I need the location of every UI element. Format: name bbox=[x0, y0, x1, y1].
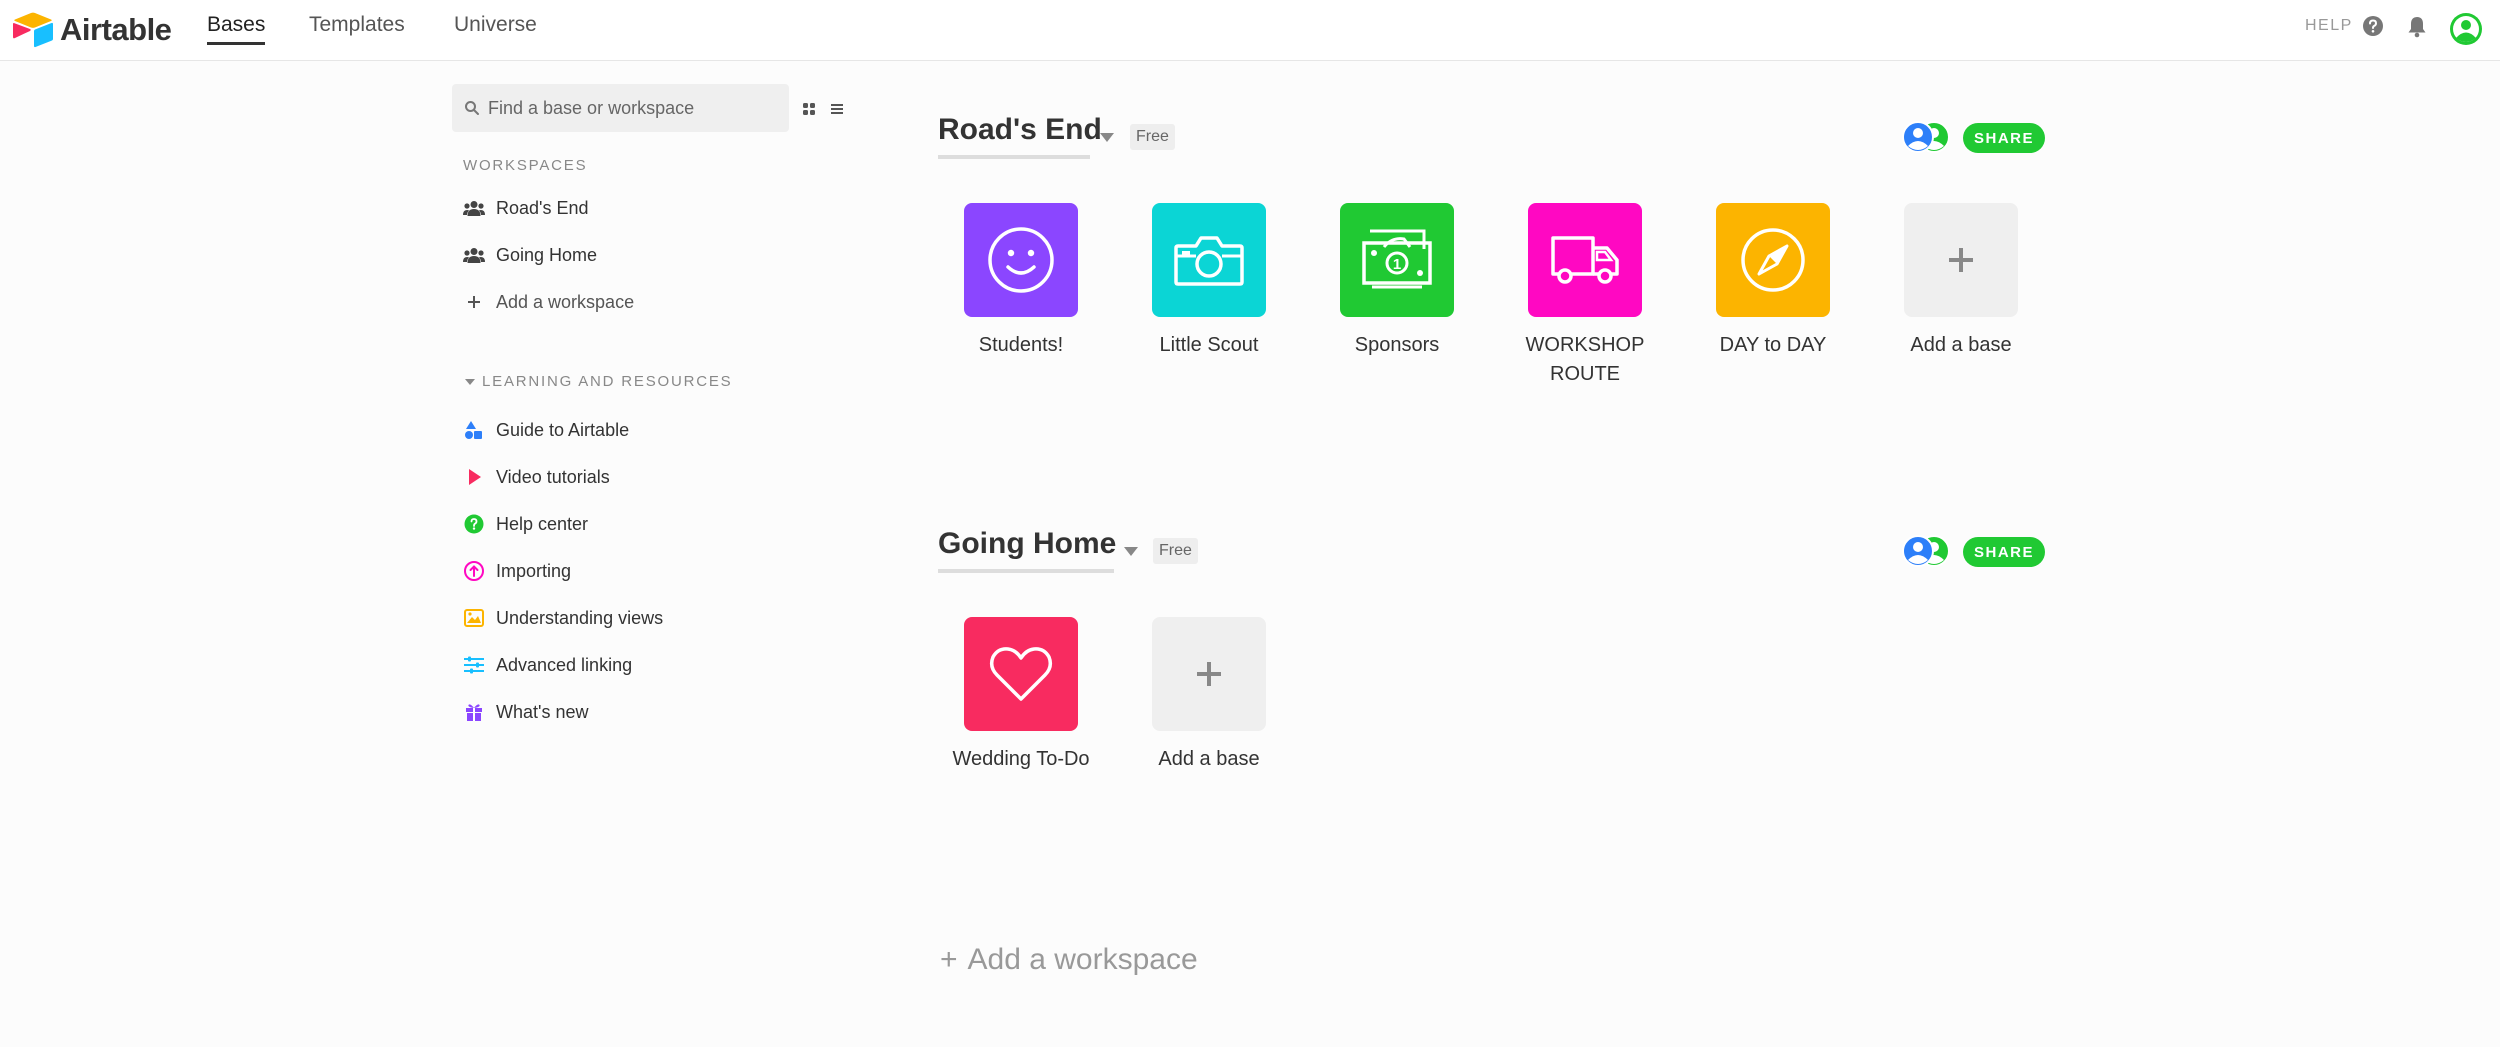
help-icon[interactable] bbox=[2362, 15, 2384, 42]
upload-icon bbox=[462, 559, 486, 583]
base-name: Sponsors bbox=[1354, 334, 1440, 356]
base-name: Students! bbox=[978, 334, 1064, 356]
resources-heading[interactable]: LEARNING AND RESOURCES bbox=[464, 373, 732, 390]
base-tile-day-to-day[interactable]: DAY to DAY bbox=[1698, 203, 1848, 360]
svg-text:1: 1 bbox=[1393, 256, 1401, 273]
share-button[interactable]: SHARE bbox=[1963, 537, 2045, 567]
tab-bases[interactable]: Bases bbox=[207, 13, 266, 45]
user-avatar[interactable] bbox=[2449, 12, 2483, 51]
base-tile-workshop-route[interactable]: WORKSHOP ROUTE bbox=[1510, 203, 1660, 389]
resources-heading-label: LEARNING AND RESOURCES bbox=[482, 373, 733, 390]
sidebar-item-label: Add a workspace bbox=[496, 291, 635, 312]
workspace-title-underline bbox=[938, 569, 1114, 573]
search-box[interactable] bbox=[452, 84, 789, 132]
list-view-icon[interactable] bbox=[825, 97, 849, 121]
workspace-title-underline bbox=[938, 155, 1090, 159]
sidebar-item-label: Importing bbox=[496, 560, 572, 581]
smile-icon bbox=[964, 203, 1078, 317]
truck-icon bbox=[1528, 203, 1642, 317]
base-tile-little-scout[interactable]: Little Scout bbox=[1134, 203, 1284, 360]
users-icon bbox=[462, 243, 486, 267]
tab-universe[interactable]: Universe bbox=[454, 13, 537, 37]
sidebar-item-label: Understanding views bbox=[496, 607, 664, 628]
plan-badge: Free bbox=[1153, 538, 1198, 564]
add-base-label: Add a base bbox=[1158, 748, 1260, 770]
sidebar-item-label: Advanced linking bbox=[496, 654, 633, 675]
workspaces-heading: WORKSPACES bbox=[463, 157, 588, 174]
plus-icon bbox=[1904, 203, 2018, 317]
top-navigation-bar: Airtable Bases Templates Universe HELP bbox=[0, 0, 2500, 61]
sidebar-item-roads-end[interactable]: Road's End bbox=[462, 193, 589, 223]
add-base-label: Add a base bbox=[1910, 334, 2012, 356]
sidebar-item-label: What's new bbox=[496, 701, 589, 722]
base-tile-students[interactable]: Students! bbox=[946, 203, 1096, 360]
add-workspace-button[interactable]: + Add a workspace bbox=[940, 943, 1198, 977]
base-name: Wedding To-Do bbox=[952, 748, 1090, 770]
caret-down-icon bbox=[465, 378, 475, 385]
sidebar-item-label: Guide to Airtable bbox=[496, 419, 630, 440]
notifications-bell-icon[interactable] bbox=[2406, 15, 2428, 44]
sidebar-item-going-home[interactable]: Going Home bbox=[462, 240, 597, 270]
play-icon bbox=[462, 465, 486, 489]
plus-icon bbox=[1152, 617, 1266, 731]
sidebar-item-help-center[interactable]: Help center bbox=[462, 509, 588, 539]
collaborators-avatar-icon[interactable] bbox=[1900, 534, 1952, 568]
airtable-logo-icon bbox=[13, 12, 53, 48]
views-icon bbox=[462, 606, 486, 630]
share-button[interactable]: SHARE bbox=[1963, 123, 2045, 153]
compass-icon bbox=[1716, 203, 1830, 317]
tab-templates[interactable]: Templates bbox=[309, 13, 405, 37]
help-link[interactable]: HELP bbox=[2305, 17, 2353, 35]
app-name: Airtable bbox=[60, 12, 172, 47]
base-name: DAY to DAY bbox=[1719, 334, 1827, 356]
base-name: Little Scout bbox=[1159, 334, 1259, 356]
heart-icon bbox=[964, 617, 1078, 731]
plus-icon bbox=[462, 290, 486, 314]
sidebar-item-label: Video tutorials bbox=[496, 466, 610, 487]
caret-down-icon[interactable] bbox=[1124, 547, 1138, 556]
sidebar-item-whats-new[interactable]: What's new bbox=[462, 697, 588, 727]
sidebar-item-guide[interactable]: Guide to Airtable bbox=[462, 415, 629, 445]
users-icon bbox=[462, 196, 486, 220]
base-name: WORKSHOP ROUTE bbox=[1525, 334, 1645, 385]
base-tile-sponsors[interactable]: 1 Sponsors bbox=[1322, 203, 1472, 360]
grid-view-icon[interactable] bbox=[797, 97, 821, 121]
workspace-title-going-home[interactable]: Going Home bbox=[938, 527, 1116, 561]
sidebar-item-label: Going Home bbox=[496, 244, 598, 265]
camera-icon bbox=[1152, 203, 1266, 317]
linking-icon bbox=[462, 653, 486, 677]
sidebar-item-understanding-views[interactable]: Understanding views bbox=[462, 603, 663, 633]
shapes-icon bbox=[462, 418, 486, 442]
sidebar-item-label: Road's End bbox=[496, 197, 589, 218]
search-icon bbox=[465, 101, 479, 115]
gift-icon bbox=[462, 700, 486, 724]
add-base-tile[interactable]: Add a base bbox=[1134, 617, 1284, 774]
sidebar-item-importing[interactable]: Importing bbox=[462, 556, 571, 586]
money-icon: 1 bbox=[1340, 203, 1454, 317]
caret-down-icon[interactable] bbox=[1100, 133, 1114, 142]
sidebar-item-video-tutorials[interactable]: Video tutorials bbox=[462, 462, 610, 492]
workspace-title-roads-end[interactable]: Road's End bbox=[938, 113, 1102, 147]
sidebar-item-advanced-linking[interactable]: Advanced linking bbox=[462, 650, 632, 680]
search-input[interactable] bbox=[488, 97, 778, 119]
add-workspace-label: Add a workspace bbox=[967, 943, 1198, 976]
sidebar-item-add-workspace[interactable]: Add a workspace bbox=[462, 287, 634, 317]
plus-icon: + bbox=[940, 943, 958, 976]
sidebar-item-label: Help center bbox=[496, 513, 589, 534]
plan-badge: Free bbox=[1130, 124, 1175, 150]
base-tile-wedding-to-do[interactable]: Wedding To-Do bbox=[946, 617, 1096, 774]
airtable-logo[interactable]: Airtable bbox=[12, 10, 172, 50]
add-base-tile[interactable]: Add a base bbox=[1886, 203, 2036, 360]
help-circle-icon bbox=[462, 512, 486, 536]
collaborators-avatar-icon[interactable] bbox=[1900, 120, 1952, 154]
